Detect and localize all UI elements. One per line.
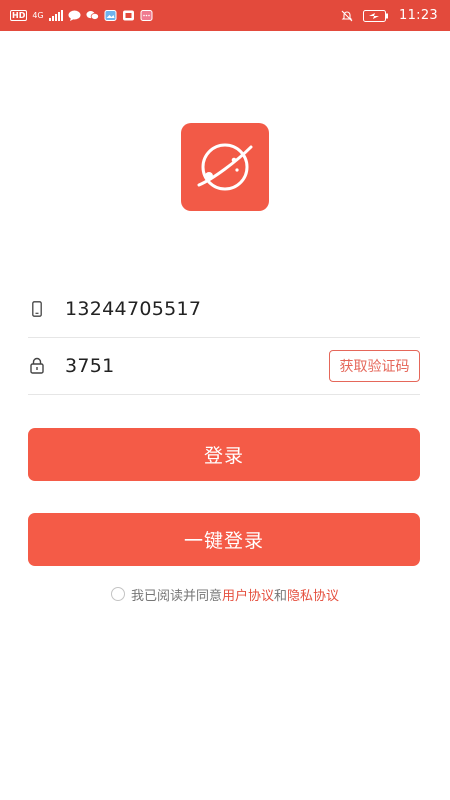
- app-logo: [181, 123, 269, 211]
- verification-code-input[interactable]: 3751: [65, 355, 115, 377]
- one-key-login-button[interactable]: 一键登录: [28, 513, 420, 566]
- network-type: 4G: [32, 10, 44, 20]
- mute-bell-icon: [341, 10, 353, 21]
- phone-input[interactable]: 13244705517: [65, 298, 201, 320]
- message-icon: [68, 10, 81, 21]
- status-bar: HD 4G 11:23: [0, 0, 450, 31]
- app-notification-icon: [140, 10, 153, 21]
- agreement-checkbox[interactable]: [110, 587, 125, 601]
- phone-field[interactable]: 13244705517: [28, 280, 420, 338]
- lock-icon: [29, 357, 45, 375]
- agreement-row: 我已阅读并同意 用户协议 和 隐私协议: [0, 584, 450, 604]
- agreement-prefix: 我已阅读并同意: [130, 588, 222, 604]
- user-agreement-link[interactable]: 用户协议: [222, 585, 274, 604]
- get-code-button[interactable]: 获取验证码: [329, 349, 420, 382]
- wechat-icon: [86, 11, 99, 20]
- planet-icon: [197, 143, 253, 191]
- signal-icon: [48, 10, 63, 21]
- video-app-icon: [122, 10, 134, 21]
- login-button[interactable]: 登录: [28, 428, 420, 481]
- status-time: 11:23: [399, 8, 438, 23]
- agreement-conjunction: 和: [274, 588, 288, 604]
- privacy-policy-link[interactable]: 隐私协议: [287, 585, 339, 604]
- battery-charging-icon: [363, 9, 389, 22]
- status-bar-left: HD 4G: [10, 10, 153, 21]
- status-bar-right: 11:23: [341, 8, 438, 23]
- phone-icon: [29, 300, 45, 318]
- verification-code-field[interactable]: 3751 获取验证码: [28, 337, 420, 395]
- hd-badge: HD: [10, 10, 28, 21]
- image-app-icon: [104, 10, 117, 21]
